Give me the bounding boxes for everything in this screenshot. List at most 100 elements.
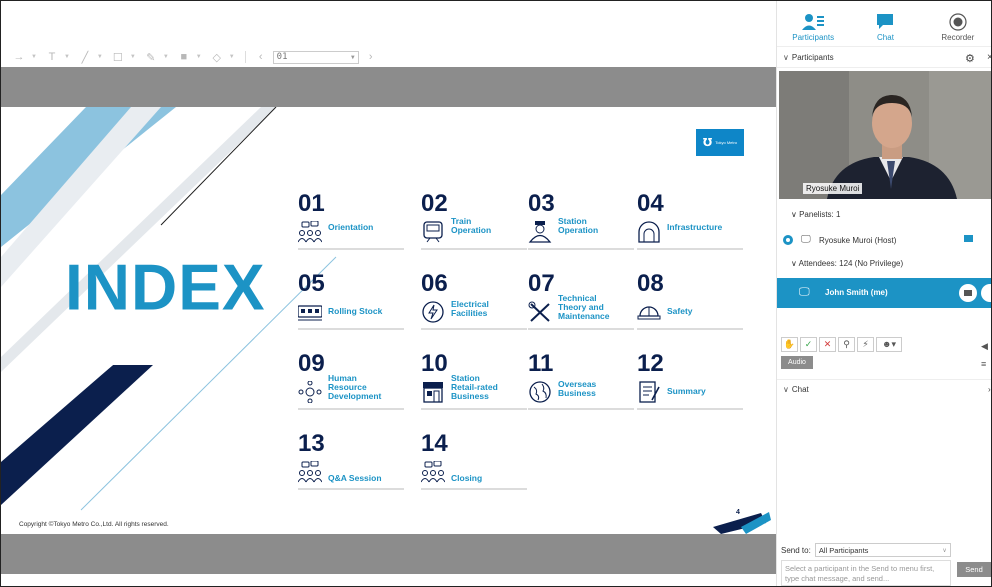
user-monitor-icon: 🖵 [799, 286, 810, 298]
close-icon[interactable]: › [988, 385, 991, 394]
people-network-icon [298, 380, 322, 404]
side-panel-tabs: Participants Chat Recorder [777, 1, 991, 47]
people-chat-icon [297, 460, 323, 483]
presentation-slide: ℧ Tokyo Metro INDEX 01 Orientation 02 Train… [1, 107, 776, 534]
chevron-down-icon: ∨ [783, 385, 789, 394]
record-icon [922, 11, 991, 33]
side-extra-controls: ◀ ≡ [981, 337, 988, 373]
tunnel-icon [637, 221, 661, 243]
chevron-down-icon: ∨ [942, 547, 947, 554]
lightning-icon [421, 301, 445, 323]
index-item-number: 07 [528, 270, 555, 297]
page-select[interactable]: 01 ▼ [272, 50, 359, 64]
pen-tool-icon[interactable]: ✎ [143, 50, 159, 64]
helmet-icon [637, 301, 661, 323]
microphone-toggle-button[interactable] [981, 284, 991, 302]
index-item: 14 Closing [420, 432, 529, 490]
caret-icon[interactable]: ▼ [31, 54, 37, 60]
host-participant-row[interactable]: 🖵 Ryosuke Muroi (Host) [777, 231, 991, 251]
chat-section-header[interactable]: ∨ Chat › [777, 379, 991, 399]
index-item: 13 Q&A Session [297, 430, 406, 490]
send-button[interactable]: Send [957, 562, 991, 577]
index-item: 10 Station Retail-rated Business [421, 352, 529, 410]
next-page-icon[interactable]: › [363, 50, 379, 64]
feedback-toolbar: ✋ ✓ ✕ ⚲ ⚡ ☻▾ [781, 337, 902, 352]
index-item: 03 Station Operation [528, 192, 636, 250]
index-item: 02 Train Operation [421, 192, 529, 250]
self-participant-row[interactable]: 🖵 John Smith (me) [777, 278, 991, 308]
index-item-label: Station Operation [558, 216, 599, 235]
index-item: 12 Summary [637, 352, 745, 410]
list-icon[interactable]: ≡ [981, 355, 988, 373]
megaphone-icon[interactable]: ◀ [981, 337, 988, 355]
audio-button[interactable]: Audio [781, 356, 813, 369]
globe-icon [528, 381, 552, 403]
caret-icon[interactable]: ▼ [130, 54, 136, 60]
raise-hand-icon[interactable]: ✋ [781, 337, 798, 352]
line-tool-icon[interactable]: ╱ [77, 50, 93, 64]
caret-icon[interactable]: ▼ [64, 54, 70, 60]
logo-text: Tokyo Metro [715, 140, 738, 145]
caret-icon[interactable]: ▼ [196, 54, 202, 60]
tab-participants[interactable]: Participants [777, 1, 849, 46]
x-mark-icon[interactable]: ✕ [819, 337, 836, 352]
gear-icon[interactable]: ⚙ [965, 52, 975, 65]
rectangle-tool-icon[interactable]: ☐ [110, 50, 126, 64]
index-item-number: 06 [421, 270, 448, 297]
emoji-menu-icon[interactable]: ☻▾ [876, 337, 902, 352]
slide-page-number: 4 [736, 509, 740, 516]
tab-participants-label: Participants [792, 33, 835, 42]
index-item-number: 11 [528, 350, 554, 377]
index-item-divider [421, 408, 527, 410]
tab-chat[interactable]: Chat [849, 1, 921, 46]
slow-down-icon[interactable]: ⚲ [838, 337, 855, 352]
index-item-label: Rolling Stock [328, 306, 383, 316]
prev-page-icon[interactable]: ‹ [253, 50, 269, 64]
participants-section-title: Participants [791, 53, 834, 62]
panelists-label: Panelists: 1 [799, 210, 841, 219]
index-item-label: Electrical Facilities [451, 299, 489, 318]
toolbar-divider [244, 51, 246, 63]
annotation-toolbar: → ▼ T ▼ ╱ ▼ ☐ ▼ ✎ ▼ ■ ▼ ◇ ▼ ‹ 01 ▼ › [11, 48, 379, 66]
send-to-select[interactable]: All Participants ∨ [814, 543, 951, 557]
index-item-number: 12 [637, 350, 664, 377]
eraser-icon[interactable]: ◇ [209, 50, 225, 64]
text-tool-icon[interactable]: T [44, 50, 60, 64]
index-item-number: 02 [421, 190, 448, 217]
index-item: 06 Electrical Facilities [421, 272, 529, 330]
index-item-number: 01 [298, 190, 325, 217]
color-picker-icon[interactable]: ■ [176, 50, 192, 64]
close-icon[interactable]: × [987, 52, 991, 63]
arrow-pointer-icon[interactable]: → [11, 50, 27, 64]
chat-message-input[interactable]: Select a participant in the Send to menu… [781, 560, 951, 586]
index-item-number: 08 [637, 270, 664, 297]
index-item-divider [637, 248, 743, 250]
participants-section-header[interactable]: ∨ Participants ⚙ × [777, 48, 991, 68]
camera-toggle-button[interactable] [959, 284, 977, 302]
index-item-label: Infrastructure [667, 222, 723, 232]
railcar-icon [297, 301, 323, 323]
index-item-label: Orientation [328, 222, 374, 232]
slide-top-margin [1, 67, 776, 107]
checkmark-icon[interactable]: ✓ [800, 337, 817, 352]
caret-icon[interactable]: ▼ [229, 54, 235, 60]
index-item-number: 13 [298, 430, 325, 457]
speed-up-icon[interactable]: ⚡ [857, 337, 874, 352]
host-video[interactable]: Ryosuke Muroi [779, 71, 991, 199]
panelists-header[interactable]: ∨ Panelists: 1 [791, 210, 840, 219]
tab-chat-label: Chat [877, 33, 894, 42]
index-item-divider [298, 328, 404, 330]
camera-icon [964, 235, 973, 242]
camera-icon [964, 290, 972, 296]
attendees-header[interactable]: ∨ Attendees: 124 (No Privilege) [791, 259, 903, 268]
people-chat-icon [297, 220, 323, 243]
index-item: 09 Human Resource Development [298, 352, 406, 410]
tab-recorder[interactable]: Recorder [922, 1, 991, 46]
index-item-divider [637, 408, 743, 410]
index-item-label: Summary [667, 386, 706, 396]
index-item-divider [637, 328, 743, 330]
logo-mark-icon: ℧ [702, 137, 713, 149]
index-item-divider [528, 328, 634, 330]
caret-icon[interactable]: ▼ [163, 54, 169, 60]
caret-icon[interactable]: ▼ [97, 54, 103, 60]
